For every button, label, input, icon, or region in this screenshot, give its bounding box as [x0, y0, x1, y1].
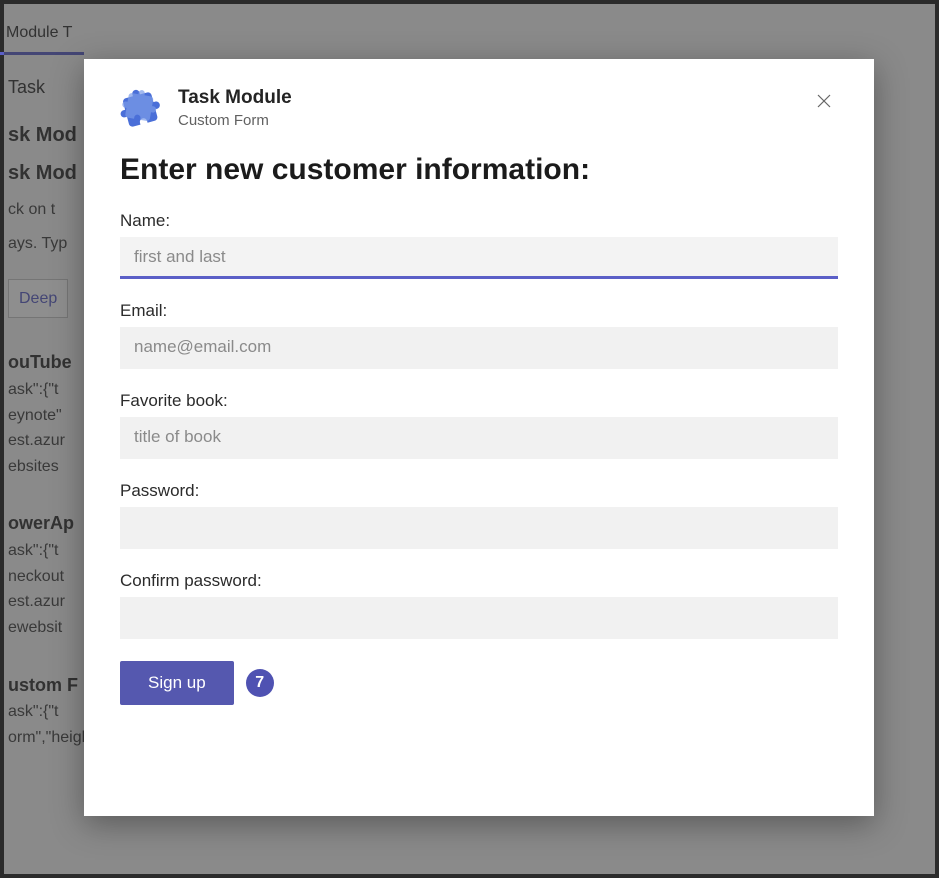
callout-badge: 7	[246, 669, 274, 697]
favorite-book-input[interactable]	[120, 417, 838, 459]
password-label: Password:	[120, 481, 838, 501]
dialog-app-subtitle: Custom Form	[178, 112, 292, 129]
task-module-dialog: Task Module Custom Form Enter new custom…	[84, 59, 874, 816]
email-input[interactable]	[120, 327, 838, 369]
book-label: Favorite book:	[120, 391, 838, 411]
name-input[interactable]	[120, 237, 838, 279]
confirm-password-input[interactable]	[120, 597, 838, 639]
dialog-app-title: Task Module	[178, 87, 292, 110]
password-input[interactable]	[120, 507, 838, 549]
form-heading: Enter new customer information:	[120, 153, 838, 187]
puzzle-piece-icon	[120, 87, 164, 131]
close-button[interactable]	[810, 87, 838, 115]
name-label: Name:	[120, 211, 838, 231]
close-icon	[816, 93, 832, 109]
email-label: Email:	[120, 301, 838, 321]
sign-up-button[interactable]: Sign up	[120, 661, 234, 705]
confirm-password-label: Confirm password:	[120, 571, 838, 591]
